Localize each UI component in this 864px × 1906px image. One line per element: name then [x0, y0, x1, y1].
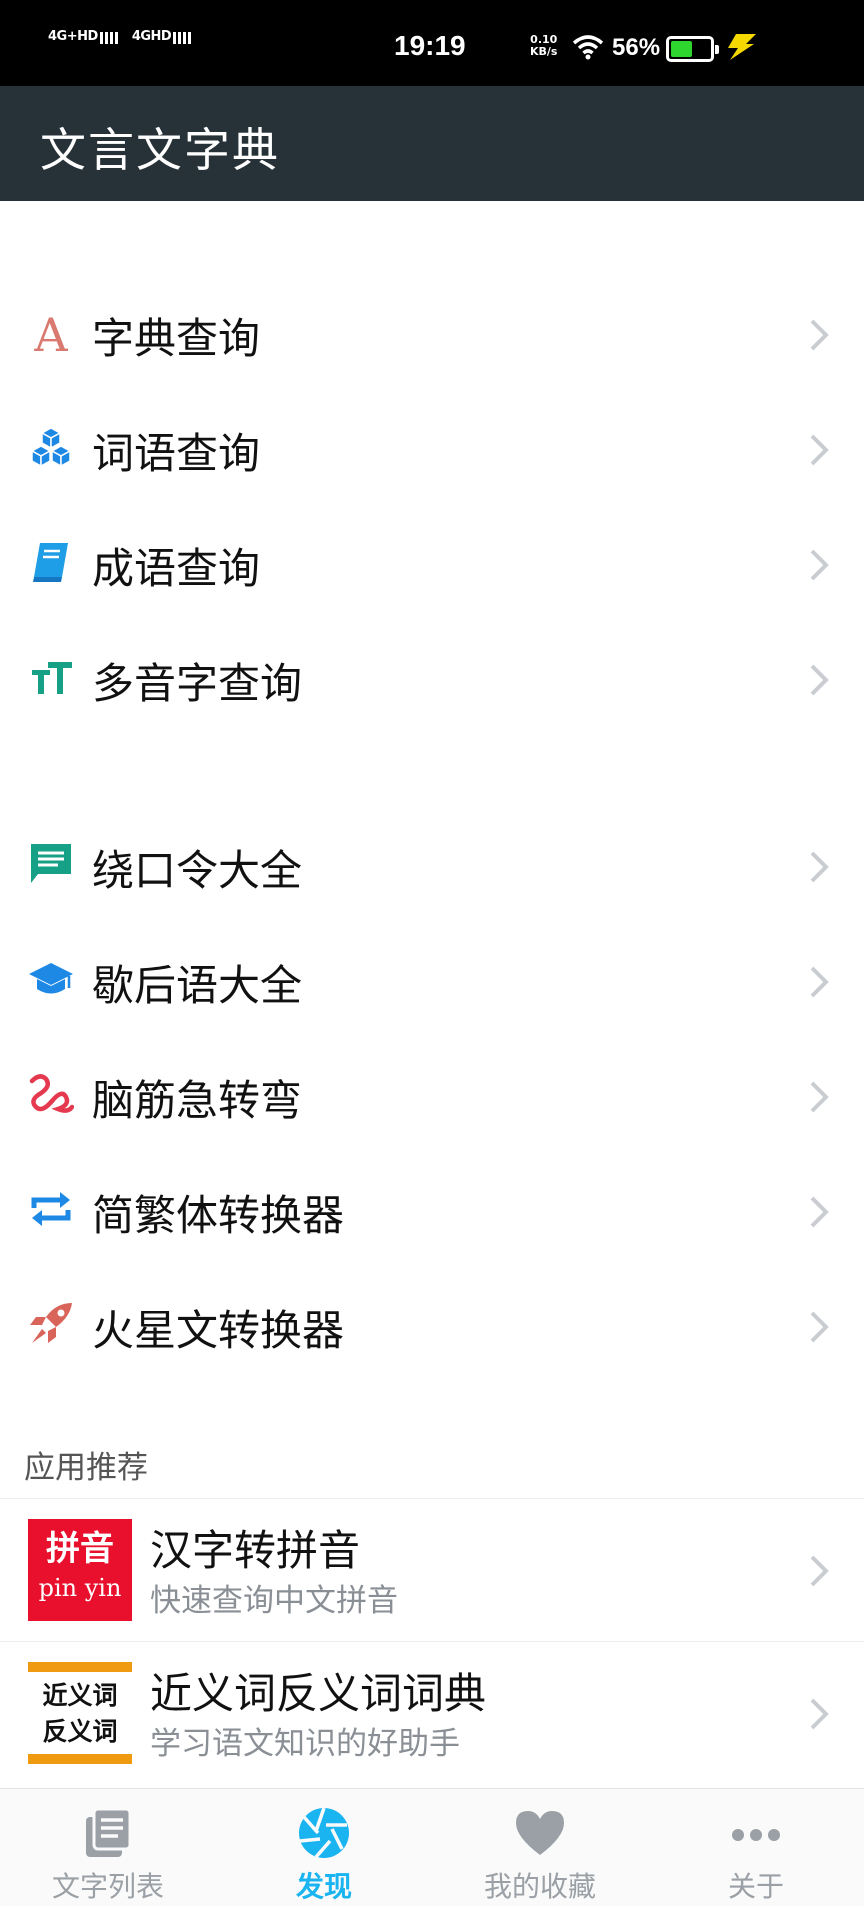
tab-favorites[interactable]: 我的收藏	[432, 1789, 648, 1906]
tab-word-list[interactable]: 文字列表	[0, 1789, 216, 1906]
aperture-icon	[299, 1807, 349, 1859]
battery-icon	[666, 36, 719, 62]
svg-text:A: A	[33, 309, 68, 355]
speed-unit: KB/s	[530, 45, 558, 58]
menu-item-label: 绕口令大全	[92, 846, 303, 895]
tab-label: 发现	[295, 1870, 352, 1903]
network-speed: 0.10 KB/s	[530, 34, 557, 58]
menu-item-polyphones[interactable]: 多音字查询	[0, 619, 864, 734]
synonym-app-logo: 近义词 反义词	[28, 1662, 132, 1764]
app-header: 文言文字典	[0, 86, 864, 201]
menu-item-brain-teasers[interactable]: 脑筋急转弯	[0, 1036, 864, 1151]
bottom-nav: 文字列表 发现 我的收藏 关于	[0, 1788, 864, 1906]
tab-about[interactable]: 关于	[648, 1789, 864, 1906]
menu-item-martian-text[interactable]: 火星文转换器	[0, 1266, 864, 1381]
recommend-app-synonyms[interactable]: 近义词 反义词 近义词反义词词典 学习语文知识的好助手	[0, 1642, 864, 1784]
signal-indicators: 4G+HD 4GHD	[48, 29, 194, 44]
list-icon	[86, 1807, 132, 1857]
chevron-right-icon	[810, 319, 829, 351]
chevron-right-icon	[810, 851, 829, 883]
chevron-right-icon	[810, 1698, 829, 1730]
menu-item-label: 多音字查询	[92, 659, 303, 708]
app-subtitle: 快速查询中文拼音	[150, 1583, 398, 1619]
heart-icon	[516, 1811, 564, 1855]
pinyin-app-logo: 拼音 pin yin	[28, 1519, 132, 1621]
menu-item-simplified-traditional[interactable]: 简繁体转换器	[0, 1151, 864, 1266]
squiggle-icon	[29, 1074, 74, 1113]
menu-item-tongue-twisters[interactable]: 绕口令大全	[0, 806, 864, 921]
logo-text: 反义词	[42, 1717, 118, 1746]
text-size-icon	[32, 662, 72, 694]
logo-subtext: pin yin	[38, 1574, 122, 1602]
app-title: 汉字转拼音	[150, 1526, 361, 1575]
menu-item-dictionary[interactable]: A 字典查询	[0, 274, 864, 389]
menu-item-label: 字典查询	[92, 314, 261, 363]
tab-label: 文字列表	[51, 1870, 164, 1903]
letter-a-icon: A	[33, 309, 68, 355]
logo-text: 拼音	[46, 1529, 114, 1569]
network-2-label: 4GHD	[131, 29, 172, 44]
menu-item-label: 脑筋急转弯	[92, 1076, 303, 1125]
tab-label: 关于	[727, 1870, 784, 1903]
page-title: 文言文字典	[40, 123, 280, 177]
tab-label: 我的收藏	[483, 1870, 596, 1903]
app-title: 近义词反义词词典	[150, 1669, 487, 1718]
book-icon	[33, 543, 68, 582]
chevron-right-icon	[810, 1555, 829, 1587]
menu-item-label: 歇后语大全	[92, 961, 303, 1010]
menu-item-label: 火星文转换器	[92, 1306, 345, 1355]
chevron-right-icon	[810, 549, 829, 581]
menu-item-label: 简繁体转换器	[92, 1191, 345, 1240]
rocket-icon	[30, 1303, 72, 1343]
chevron-right-icon	[810, 664, 829, 696]
chevron-right-icon	[810, 1196, 829, 1228]
signal-bars-icon	[173, 32, 194, 44]
chat-icon	[31, 844, 71, 883]
logo-text: 近义词	[42, 1681, 118, 1710]
battery-level	[671, 41, 692, 57]
network-1-label: 4G+HD	[48, 29, 98, 44]
wifi-icon	[572, 35, 604, 60]
clock: 19:19	[394, 30, 466, 61]
graduation-cap-icon	[29, 963, 73, 994]
chevron-right-icon	[810, 1311, 829, 1343]
chevron-right-icon	[810, 434, 829, 466]
charging-bolt-icon	[728, 34, 756, 60]
recommend-app-pinyin[interactable]: 拼音 pin yin 汉字转拼音 快速查询中文拼音	[0, 1499, 864, 1641]
signal-bars-icon	[99, 32, 120, 44]
cubes-icon	[30, 427, 72, 468]
chevron-right-icon	[810, 966, 829, 998]
battery-percent: 56%	[612, 34, 661, 61]
menu-item-xiehouyu[interactable]: 歇后语大全	[0, 921, 864, 1036]
menu-item-idioms[interactable]: 成语查询	[0, 504, 864, 619]
app-subtitle: 学习语文知识的好助手	[150, 1726, 460, 1762]
swap-icon	[31, 1192, 71, 1226]
status-bar: 4G+HD 4GHD 19:19 0.10 KB/s 56%	[0, 0, 864, 86]
menu-item-words[interactable]: 词语查询	[0, 389, 864, 504]
tab-discover[interactable]: 发现	[216, 1789, 432, 1906]
menu-item-label: 成语查询	[92, 544, 261, 593]
chevron-right-icon	[810, 1081, 829, 1113]
section-title-recommend: 应用推荐	[24, 1450, 148, 1486]
more-icon	[732, 1829, 780, 1841]
menu-item-label: 词语查询	[92, 429, 261, 478]
